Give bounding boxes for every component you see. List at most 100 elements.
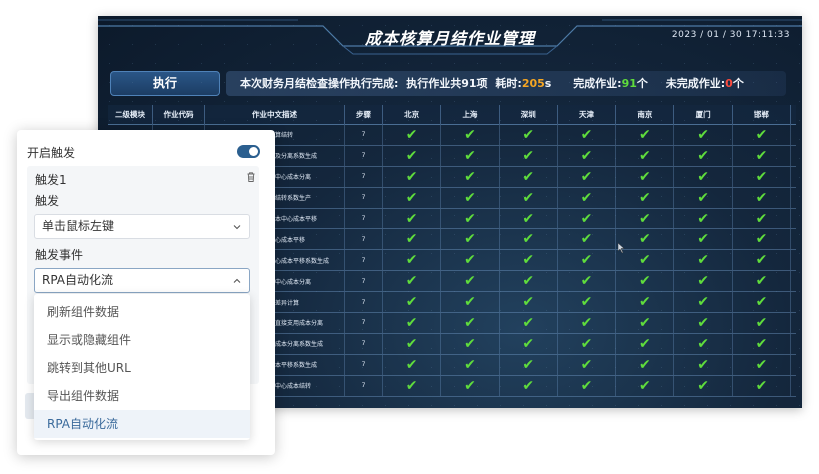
cell-status: ✔ xyxy=(500,250,558,271)
cell-status: ✔ xyxy=(558,208,617,229)
column-header: 二级模块 xyxy=(108,105,153,125)
cell-status: ✔ xyxy=(441,125,500,145)
cell-status: ✔ xyxy=(616,313,675,333)
cell-status: ✔ xyxy=(733,250,792,271)
check-icon: ✔ xyxy=(580,147,593,164)
check-icon: ✔ xyxy=(638,356,651,373)
dashboard-header: 成本核算月结作业管理 2023 / 01 / 30 17:11:33 xyxy=(98,16,802,60)
check-icon: ✔ xyxy=(405,335,418,352)
dropdown-option[interactable]: RPA自动化流 xyxy=(34,410,250,438)
dropdown-option[interactable]: 刷新组件数据 xyxy=(34,298,250,326)
check-icon: ✔ xyxy=(522,189,535,206)
cell-status: ✔ xyxy=(383,375,442,396)
check-icon: ✔ xyxy=(464,210,476,227)
cell-step: 7 xyxy=(345,250,383,271)
check-icon: ✔ xyxy=(697,377,709,394)
check-icon: ✔ xyxy=(697,294,709,311)
cell-status: ✔ xyxy=(383,292,442,313)
cell-status: ✔ xyxy=(500,333,558,354)
cell-status: ✔ xyxy=(383,271,442,292)
cell-status: ✔ xyxy=(383,313,442,333)
status-undone-unit: 个 xyxy=(732,77,744,90)
cell-step: 7 xyxy=(345,166,383,187)
status-undone-value: 0 xyxy=(725,77,733,90)
cell-status: ✔ xyxy=(500,229,558,250)
check-icon: ✔ xyxy=(638,377,651,394)
cell-step: 7 xyxy=(345,125,383,145)
cell-step: 7 xyxy=(345,271,383,292)
check-icon: ✔ xyxy=(638,314,651,331)
dropdown-option[interactable]: 导出组件数据 xyxy=(34,382,250,410)
check-icon: ✔ xyxy=(405,189,418,206)
check-icon: ✔ xyxy=(755,294,768,311)
status-total: 执行作业共91项 xyxy=(406,77,488,90)
check-icon: ✔ xyxy=(580,126,593,143)
cell-status: ✔ xyxy=(383,145,442,166)
check-icon: ✔ xyxy=(755,335,768,352)
check-icon: ✔ xyxy=(755,377,768,394)
check-icon: ✔ xyxy=(755,231,768,248)
dropdown-option[interactable]: 显示或隐藏组件 xyxy=(34,326,250,354)
cell-status: ✔ xyxy=(674,125,733,145)
cell-status: ✔ xyxy=(441,354,500,375)
check-icon: ✔ xyxy=(464,377,476,394)
check-icon: ✔ xyxy=(522,210,535,227)
check-icon: ✔ xyxy=(755,189,768,206)
dropdown-option[interactable]: 跳转到其他URL xyxy=(34,354,250,382)
cell-status: ✔ xyxy=(441,313,500,333)
column-header: 北京 xyxy=(383,105,442,125)
cell-status: ✔ xyxy=(733,187,792,208)
check-icon: ✔ xyxy=(405,126,418,143)
cell-status: ✔ xyxy=(441,229,500,250)
cell-status: ✔ xyxy=(383,125,442,145)
check-icon: ✔ xyxy=(755,210,768,227)
cell-step: 7 xyxy=(345,333,383,354)
check-icon: ✔ xyxy=(464,189,476,206)
check-icon: ✔ xyxy=(464,252,476,269)
mouse-cursor-icon xyxy=(618,243,625,253)
check-icon: ✔ xyxy=(464,273,476,290)
check-icon: ✔ xyxy=(464,147,476,164)
check-icon: ✔ xyxy=(522,294,535,311)
cell-status: ✔ xyxy=(616,354,675,375)
cell-status: ✔ xyxy=(441,333,500,354)
trigger-select[interactable]: 单击鼠标左键 xyxy=(34,214,250,239)
check-icon: ✔ xyxy=(522,168,535,185)
trigger-event-select[interactable]: RPA自动化流 xyxy=(34,268,250,293)
check-icon: ✔ xyxy=(755,252,768,269)
trash-icon[interactable] xyxy=(245,171,257,183)
column-header: 厦门 xyxy=(674,105,733,125)
status-undone-label: 未完成作业: xyxy=(665,77,726,90)
column-header: 作业代码 xyxy=(153,105,205,125)
cell-status: ✔ xyxy=(383,208,442,229)
cell-status: ✔ xyxy=(441,208,500,229)
cell-status: ✔ xyxy=(441,166,500,187)
trigger-event-dropdown: 刷新组件数据 显示或隐藏组件 跳转到其他URL 导出组件数据 RPA自动化流 xyxy=(34,294,250,440)
cell-step: 7 xyxy=(345,313,383,333)
cell-status: ✔ xyxy=(674,166,733,187)
cell-status: ✔ xyxy=(441,375,500,396)
check-icon: ✔ xyxy=(697,314,709,331)
cell-status: ✔ xyxy=(674,375,733,396)
cell-status: ✔ xyxy=(733,333,792,354)
cell-status: ✔ xyxy=(500,208,558,229)
check-icon: ✔ xyxy=(580,189,593,206)
cell-status: ✔ xyxy=(500,125,558,145)
check-icon: ✔ xyxy=(580,231,593,248)
cell-status: ✔ xyxy=(558,125,617,145)
check-icon: ✔ xyxy=(522,252,535,269)
check-icon: ✔ xyxy=(580,252,593,269)
execute-button[interactable]: 执行 xyxy=(110,71,220,96)
cell-status: ✔ xyxy=(674,271,733,292)
cell-status: ✔ xyxy=(500,187,558,208)
check-icon: ✔ xyxy=(638,294,651,311)
check-icon: ✔ xyxy=(522,273,535,290)
check-icon: ✔ xyxy=(580,335,593,352)
cell-status: ✔ xyxy=(733,375,792,396)
check-icon: ✔ xyxy=(580,273,593,290)
check-icon: ✔ xyxy=(755,273,768,290)
enable-trigger-toggle[interactable] xyxy=(237,145,260,158)
check-icon: ✔ xyxy=(580,210,593,227)
check-icon: ✔ xyxy=(755,356,768,373)
cell-status: ✔ xyxy=(733,166,792,187)
